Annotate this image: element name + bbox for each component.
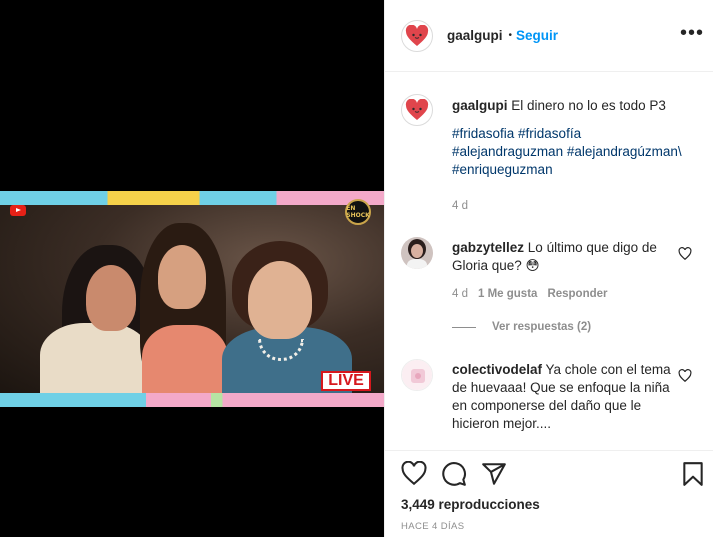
hashtags: #fridasofia #fridasofía #alejandraguzman… xyxy=(452,125,712,179)
separator-dot: • xyxy=(508,30,513,41)
youtube-icon xyxy=(10,205,26,216)
person-middle xyxy=(158,245,206,309)
caption-avatar[interactable] xyxy=(401,94,433,126)
comment-likes[interactable]: 1 Me gusta xyxy=(478,288,537,300)
hashtag-line[interactable]: #fridasofia #fridasofía xyxy=(452,125,712,143)
channel-logo: EN SHOCK xyxy=(345,199,371,225)
post-panel: gaalgupi • Seguir ••• gaalgupi El dinero… xyxy=(384,0,713,537)
header-username[interactable]: gaalgupi xyxy=(447,28,503,43)
caption-text: gaalgupi El dinero no lo es todo P3 #fri… xyxy=(452,97,712,179)
view-replies-label: Ver respuestas (2) xyxy=(492,321,592,333)
share-send-icon[interactable] xyxy=(481,461,507,487)
person-right xyxy=(248,261,312,339)
heart-logo-icon xyxy=(405,24,429,46)
person-left xyxy=(86,265,136,331)
view-count[interactable]: 3,449 reproducciones xyxy=(401,497,540,512)
post-media[interactable]: EN SHOCK LIVE xyxy=(0,0,384,537)
posted-time[interactable]: HACE 4 DÍAS xyxy=(401,521,465,532)
post-actions: 3,449 reproducciones HACE 4 DÍAS xyxy=(385,450,713,537)
follow-button[interactable]: Seguir xyxy=(516,28,558,43)
avatar-photo xyxy=(401,237,433,269)
like-comment-icon[interactable] xyxy=(678,369,692,383)
view-replies-button[interactable]: Ver respuestas (2) xyxy=(452,321,591,333)
video-top-stripe xyxy=(0,191,384,205)
more-options-icon[interactable]: ••• xyxy=(680,23,704,43)
commenter-avatar[interactable] xyxy=(401,237,433,269)
comment-username[interactable]: colectivodelaf xyxy=(452,362,542,377)
like-comment-icon[interactable] xyxy=(678,247,692,261)
comment-text: colectivodelaf Ya chole con el tema de h… xyxy=(452,361,672,433)
comment-time[interactable]: 4 d xyxy=(452,288,468,300)
commenter-avatar[interactable] xyxy=(401,359,433,391)
divider xyxy=(452,326,476,328)
video-scene xyxy=(0,205,384,393)
reply-button[interactable]: Responder xyxy=(547,288,607,300)
avatar-photo xyxy=(402,360,432,390)
video-bottom-stripe xyxy=(0,393,384,407)
comment-text: gabzytellez Lo último que digo de Gloria… xyxy=(452,239,672,275)
comment-bubble-icon[interactable] xyxy=(441,461,467,487)
like-heart-icon[interactable] xyxy=(401,461,427,487)
caption-username[interactable]: gaalgupi xyxy=(452,98,508,113)
hashtag-line[interactable]: #alejandraguzman #alejandragúzman\ xyxy=(452,143,712,161)
live-badge: LIVE xyxy=(321,371,371,391)
caption-body: El dinero no lo es todo P3 xyxy=(511,98,666,113)
comment-username[interactable]: gabzytellez xyxy=(452,240,524,255)
heart-logo-icon xyxy=(405,99,429,120)
comment-meta: 4 d 1 Me gusta Responder xyxy=(452,288,608,300)
save-bookmark-icon[interactable] xyxy=(680,461,706,487)
caption-timestamp[interactable]: 4 d xyxy=(452,200,468,212)
hashtag-line[interactable]: #enriqueguzman xyxy=(452,161,712,179)
avatar[interactable] xyxy=(401,19,433,52)
post-header: gaalgupi • Seguir ••• xyxy=(385,0,713,72)
